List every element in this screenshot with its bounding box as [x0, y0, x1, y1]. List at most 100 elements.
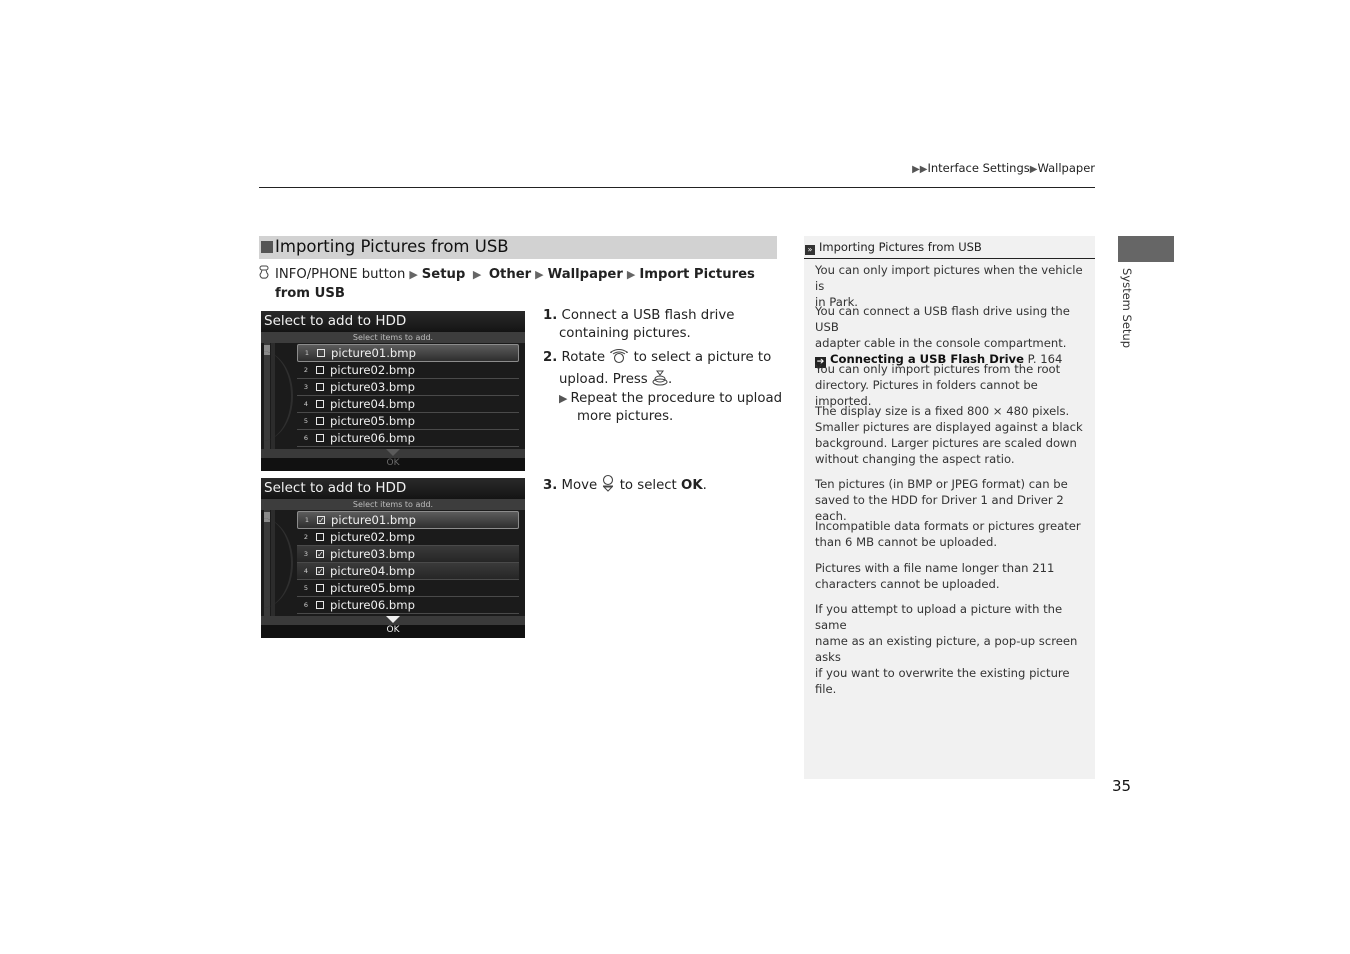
checkbox-checked-icon[interactable]: ✓: [316, 550, 324, 559]
screen-title: Select to add to HDD: [261, 311, 525, 332]
file-list-item[interactable]: 1 picture01.bmp: [297, 344, 519, 362]
note-title: Importing Pictures from USB: [819, 240, 982, 254]
triangle-right-icon: ▶: [559, 392, 568, 405]
path-start: INFO/PHONE button: [275, 267, 406, 282]
file-list-item[interactable]: 3 ✓ picture03.bmp: [297, 546, 519, 563]
step-text-continued: upload. Press .: [543, 370, 783, 392]
step-text: .: [702, 478, 707, 493]
step-text: Rotate: [561, 350, 606, 365]
note-line: characters cannot be uploaded.: [815, 577, 1000, 591]
file-list-item[interactable]: 4 ✓ picture04.bmp: [297, 563, 519, 580]
note-double-arrow-icon: »: [805, 245, 815, 255]
file-list-item[interactable]: 5 picture05.bmp: [297, 580, 519, 597]
note-line: name as an existing picture, a pop-up sc…: [815, 634, 1078, 664]
step-3: 3. Move to select OK.: [543, 474, 783, 498]
note-paragraph: You can connect a USB flash drive using …: [815, 303, 1087, 368]
note-line: adapter cable in the console compartment…: [815, 336, 1067, 350]
file-name: picture05.bmp: [330, 414, 415, 428]
breadcrumb-item[interactable]: Interface Settings: [927, 161, 1029, 175]
item-number: 1: [304, 516, 310, 524]
note-paragraph: If you attempt to upload a picture with …: [815, 601, 1087, 697]
file-list-item[interactable]: 2 picture02.bmp: [297, 529, 519, 546]
step-text: Move: [561, 478, 598, 493]
navigation-path: INFO/PHONE button ▶ Setup ▶ Other ▶ Wallpape…: [259, 265, 779, 303]
section-title: Importing Pictures from USB: [275, 237, 509, 256]
note-line: If you attempt to upload a picture with …: [815, 602, 1063, 632]
file-list-item[interactable]: 2 picture02.bmp: [297, 362, 519, 379]
item-number: 3: [303, 383, 309, 391]
step-number: 3.: [543, 478, 558, 493]
file-name: picture04.bmp: [330, 564, 415, 578]
step-text-continued: containing pictures.: [559, 326, 691, 341]
note-paragraph: You can only import pictures from the ro…: [815, 361, 1087, 409]
checkbox-unchecked-icon[interactable]: [316, 417, 324, 425]
breadcrumb: ▶▶Interface Settings▶Wallpaper: [880, 161, 1095, 175]
checkbox-unchecked-icon[interactable]: [316, 400, 324, 408]
note-line: The display size is a fixed 800 × 480 pi…: [815, 404, 1070, 418]
checkbox-unchecked-icon[interactable]: [316, 533, 324, 541]
checkbox-unchecked-icon[interactable]: [316, 584, 324, 592]
ok-button[interactable]: OK: [261, 457, 525, 469]
file-list-item[interactable]: 3 picture03.bmp: [297, 379, 519, 396]
note-line: You can connect a USB flash drive using …: [815, 304, 1070, 334]
path-step: Import Pictures: [639, 267, 755, 282]
checkbox-checked-icon[interactable]: ✓: [317, 516, 325, 525]
item-number: 5: [303, 584, 309, 592]
file-list-item[interactable]: 5 picture05.bmp: [297, 413, 519, 430]
checkbox-unchecked-icon[interactable]: [316, 434, 324, 442]
chapter-tab[interactable]: [1118, 236, 1174, 262]
step-number: 2.: [543, 350, 558, 365]
item-number: 3: [303, 550, 309, 558]
triangle-right-icon: ▶: [469, 268, 485, 281]
note-line: You can only import pictures from the ro…: [815, 362, 1061, 376]
file-name: picture04.bmp: [330, 397, 415, 411]
triangle-right-icon: ▶: [626, 268, 636, 281]
interface-dial-move-down-icon: [601, 474, 615, 498]
checkbox-unchecked-icon[interactable]: [316, 366, 324, 374]
file-name: picture06.bmp: [330, 598, 415, 612]
note-paragraph: Pictures with a file name longer than 21…: [815, 560, 1087, 592]
checkbox-unchecked-icon[interactable]: [316, 383, 324, 391]
screen-select-to-add-checked: Select to add to HDD Select items to add…: [261, 478, 525, 638]
step-2-substep: ▶ Repeat the procedure to upload more pic…: [559, 390, 784, 426]
file-name: picture01.bmp: [331, 513, 416, 527]
item-number: 4: [303, 567, 309, 575]
note-line: without changing the aspect ratio.: [815, 452, 1015, 466]
note-line: Ten pictures (in BMP or JPEG format) can…: [815, 477, 1068, 491]
step-text: to select: [619, 478, 677, 493]
file-list-item[interactable]: 1 ✓ picture01.bmp: [297, 511, 519, 529]
breadcrumb-item[interactable]: Wallpaper: [1037, 161, 1095, 175]
checkbox-unchecked-icon[interactable]: [316, 601, 324, 609]
step-2: 2. Rotate to select a picture to upload.…: [543, 348, 783, 392]
interface-dial-press-icon: [652, 370, 668, 392]
file-list-item[interactable]: 6 picture06.bmp: [297, 430, 519, 447]
file-name: picture06.bmp: [330, 431, 415, 445]
file-name: picture02.bmp: [330, 530, 415, 544]
checkbox-unchecked-icon[interactable]: [317, 349, 325, 357]
file-list: 1 picture01.bmp 2 picture02.bmp 3 picture03.b…: [297, 344, 519, 447]
step-text: .: [667, 372, 673, 387]
file-name: picture01.bmp: [331, 346, 416, 360]
file-name: picture02.bmp: [330, 363, 415, 377]
item-number: 6: [303, 434, 309, 442]
note-line: Pictures with a file name longer than 21…: [815, 561, 1055, 575]
note-paragraph: The display size is a fixed 800 × 480 pi…: [815, 403, 1087, 467]
down-arrow-icon: [386, 616, 400, 623]
path-step: Setup: [421, 267, 466, 282]
item-number: 4: [303, 400, 309, 408]
ok-button[interactable]: OK: [261, 624, 525, 636]
note-line: You can only import pictures when the ve…: [815, 263, 1083, 293]
item-number: 2: [303, 533, 309, 541]
file-name: picture05.bmp: [330, 581, 415, 595]
checkbox-checked-icon[interactable]: ✓: [316, 567, 324, 576]
step-number: 1.: [543, 308, 558, 323]
path-step: Wallpaper: [547, 267, 623, 282]
step-target: OK: [681, 478, 703, 493]
file-list-item[interactable]: 4 picture04.bmp: [297, 396, 519, 413]
triangle-right-icon: ▶: [535, 268, 544, 281]
file-name: picture03.bmp: [330, 380, 415, 394]
file-list-item[interactable]: 6 picture06.bmp: [297, 597, 519, 614]
file-name: picture03.bmp: [330, 547, 415, 561]
substep-text-continued: more pictures.: [577, 409, 674, 424]
file-list: 1 ✓ picture01.bmp 2 picture02.bmp 3 ✓ picture03…: [297, 511, 519, 614]
